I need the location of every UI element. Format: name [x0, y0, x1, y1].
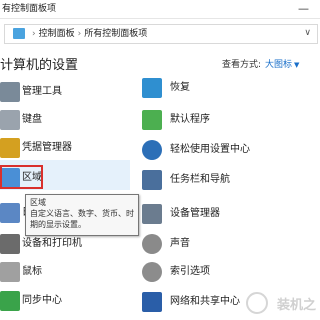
item-keyboard[interactable]: 键盘	[0, 107, 132, 133]
admin-tools-icon	[0, 82, 20, 102]
address-bar: › 控制面板 › 所有控制面板项 ∨	[0, 19, 320, 47]
item-mouse[interactable]: 鼠标	[0, 259, 132, 285]
watermark-text: 装机之	[276, 298, 316, 313]
item-device-manager[interactable]: 设备管理器	[142, 201, 312, 227]
watermark-logo-icon	[246, 292, 268, 314]
device-manager-icon	[142, 204, 162, 224]
item-label: 恢复	[170, 82, 190, 93]
item-label: 索引选项	[170, 266, 210, 277]
credential-manager-icon	[0, 138, 20, 158]
view-by-value[interactable]: 大图标	[265, 60, 292, 70]
breadcrumb-separator: ›	[77, 29, 82, 39]
item-label: 声音	[170, 238, 190, 249]
control-panel-icon	[13, 28, 25, 39]
tooltip-description: 自定义语言、数字、货币、时间和日	[30, 209, 134, 218]
item-sync-center[interactable]: 同步中心	[0, 288, 132, 314]
default-programs-icon	[142, 110, 162, 130]
item-label: 设备管理器	[170, 208, 220, 219]
window-title: 有控制面板项	[2, 4, 57, 14]
network-sharing-icon	[142, 292, 162, 312]
breadcrumb-all-items[interactable]: 所有控制面板项	[84, 29, 147, 39]
tooltip-description-cont: 期的显示设置。	[30, 220, 86, 229]
page-heading: 计算机的设置	[0, 58, 79, 73]
item-admin-tools[interactable]: 管理工具	[0, 79, 132, 105]
recovery-icon	[142, 78, 162, 98]
keyboard-icon	[0, 110, 20, 130]
item-label: 任务栏和导航	[170, 174, 230, 185]
minimize-button[interactable]: —	[298, 0, 309, 18]
item-label: 管理工具	[22, 86, 62, 97]
view-by-select[interactable]: 大图标 ▼	[265, 57, 299, 70]
mouse-icon	[0, 262, 20, 282]
item-indexing-options[interactable]: 索引选项	[142, 259, 312, 285]
breadcrumb-control-panel[interactable]: 控制面板	[39, 29, 75, 39]
item-label: 键盘	[22, 114, 42, 125]
item-label: 轻松使用设置中心	[170, 144, 250, 155]
sync-center-icon	[0, 291, 20, 311]
content-header: 计算机的设置 查看方式: 大图标 ▼	[0, 48, 320, 76]
title-bar: 有控制面板项 —	[0, 0, 320, 19]
printer-icon	[0, 234, 20, 254]
address-field[interactable]: › 控制面板 › 所有控制面板项 ∨	[4, 24, 318, 44]
item-ease-of-access[interactable]: 轻松使用设置中心	[142, 137, 312, 163]
item-taskbar-navigation[interactable]: 任务栏和导航	[142, 167, 312, 193]
chevron-down-icon: ▼	[294, 61, 300, 69]
item-label: 设备和打印机	[22, 238, 82, 249]
taskbar-icon	[142, 170, 162, 190]
date-icon	[0, 203, 20, 223]
item-label: 凭据管理器	[22, 142, 72, 153]
item-recovery[interactable]: 恢复	[142, 75, 312, 101]
breadcrumb: › 控制面板 › 所有控制面板项	[29, 25, 147, 43]
address-dropdown-icon[interactable]: ∨	[304, 28, 311, 38]
ease-of-access-icon	[142, 140, 162, 160]
item-default-programs[interactable]: 默认程序	[142, 107, 312, 133]
item-label: 默认程序	[170, 114, 210, 125]
item-label: 鼠标	[22, 266, 42, 277]
item-label: 同步中心	[22, 295, 62, 306]
region-tooltip: 区域 自定义语言、数字、货币、时间和日 期的显示设置。	[25, 194, 139, 236]
item-label: 网络和共享中心	[170, 296, 240, 307]
region-highlight-box	[0, 165, 43, 189]
tooltip-title: 区域	[30, 198, 46, 207]
breadcrumb-separator: ›	[32, 29, 36, 39]
item-credential-manager[interactable]: 凭据管理器	[0, 135, 132, 161]
item-sound[interactable]: 声音	[142, 231, 312, 257]
view-by-label: 查看方式:	[222, 60, 262, 70]
sound-icon	[142, 234, 162, 254]
indexing-options-icon	[142, 262, 162, 282]
